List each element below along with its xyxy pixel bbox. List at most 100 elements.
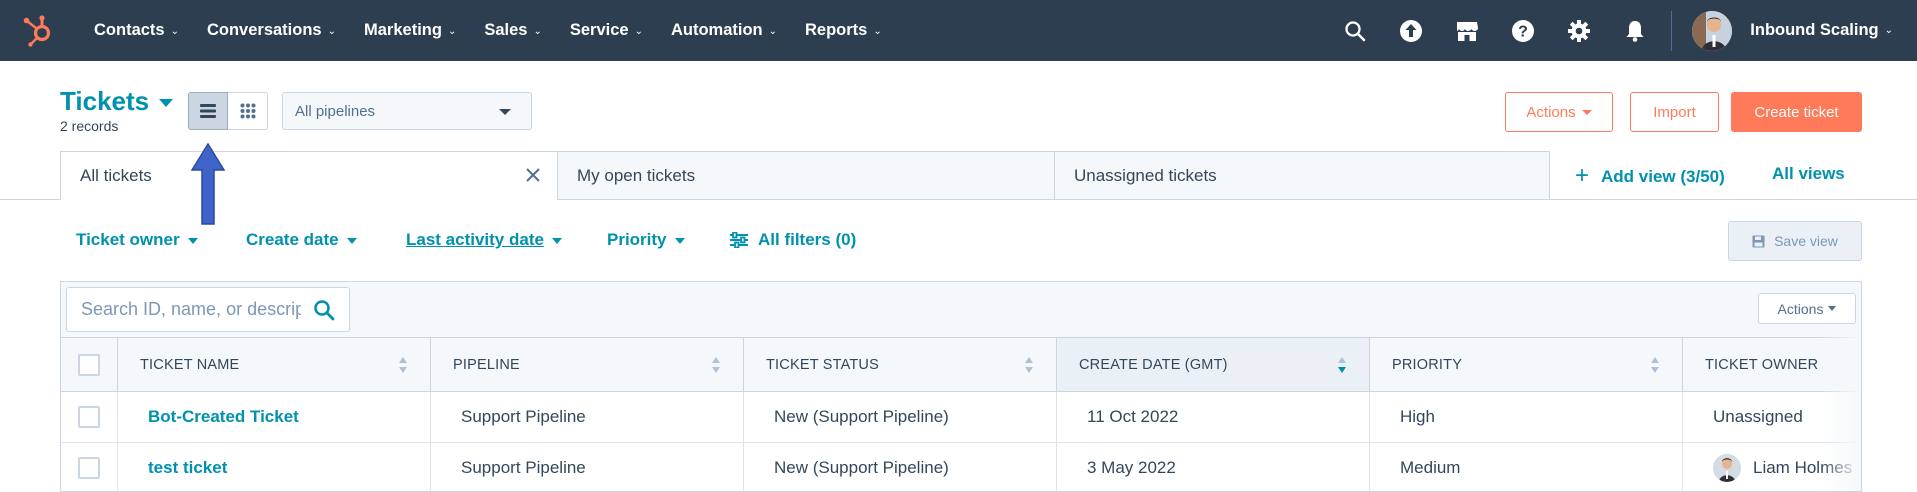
board-view-button[interactable] <box>228 92 268 130</box>
notifications-icon[interactable] <box>1607 0 1663 61</box>
account-menu[interactable]: Inbound Scaling ⌄ <box>1692 10 1893 51</box>
chevron-down-icon: ⌄ <box>768 26 777 37</box>
tab-all-tickets-label: All tickets <box>80 165 152 185</box>
all-filters-label: All filters (0) <box>758 230 857 249</box>
ticket-name-link[interactable]: Bot-Created Ticket <box>148 407 299 427</box>
sort-icon <box>1651 357 1659 373</box>
account-name: Inbound Scaling <box>1750 21 1879 39</box>
sliders-icon <box>730 232 748 248</box>
nav-contacts-label: Contacts <box>94 21 165 39</box>
nav-sales[interactable]: Sales ⌄ <box>484 21 542 40</box>
nav-automation[interactable]: Automation ⌄ <box>671 21 777 40</box>
row-checkbox[interactable] <box>78 457 100 479</box>
settings-icon[interactable] <box>1551 0 1607 61</box>
pipeline-cell: Support Pipeline <box>431 443 744 491</box>
table-actions-label: Actions <box>1777 300 1824 317</box>
caret-down-icon <box>551 237 562 244</box>
nav-marketing-label: Marketing <box>364 21 442 39</box>
column-header-create-date[interactable]: Create date (GMT) <box>1057 338 1370 391</box>
select-all-checkbox[interactable] <box>78 353 100 376</box>
add-view-label: Add view (3/50) <box>1601 167 1725 186</box>
page-title[interactable]: Tickets <box>60 86 174 117</box>
chevron-down-icon: ⌄ <box>873 26 882 37</box>
main-menu: Contacts ⌄ Conversations ⌄ Marketing ⌄ Sale… <box>94 0 910 61</box>
save-icon <box>1752 235 1765 247</box>
tab-unassigned-tickets[interactable]: Unassigned tickets <box>1054 151 1550 200</box>
actions-button[interactable]: Actions <box>1505 92 1613 132</box>
nav-marketing[interactable]: Marketing ⌄ <box>364 21 456 40</box>
column-header-ticket-name[interactable]: Ticket name <box>118 338 431 391</box>
create-ticket-button[interactable]: Create ticket <box>1731 92 1862 132</box>
ticket-owner-cell: Unassigned <box>1683 392 1861 442</box>
tab-my-open-tickets[interactable]: My open tickets <box>557 151 1055 200</box>
save-view-button[interactable]: Save view <box>1728 221 1862 261</box>
filter-last-activity-date[interactable]: Last activity date <box>406 230 562 250</box>
row-select-cell <box>61 443 118 491</box>
nav-reports[interactable]: Reports ⌄ <box>805 21 882 40</box>
chevron-down-icon: ⌄ <box>634 26 643 37</box>
filter-create-date-label: Create date <box>246 230 339 249</box>
help-icon[interactable]: ? <box>1495 0 1551 61</box>
sort-icon <box>1025 357 1033 373</box>
grid-icon <box>240 103 255 119</box>
column-header-ticket-status[interactable]: Ticket status <box>744 338 1057 391</box>
caret-down-icon <box>1828 306 1837 311</box>
page-title-text: Tickets <box>60 86 150 116</box>
nav-conversations[interactable]: Conversations ⌄ <box>207 21 336 40</box>
ticket-status-cell: New (Support Pipeline) <box>744 392 1057 442</box>
sort-icon <box>712 357 720 373</box>
nav-contacts[interactable]: Contacts ⌄ <box>94 21 179 40</box>
chevron-down-icon: ⌄ <box>533 26 542 37</box>
search-input[interactable] <box>81 299 301 320</box>
pipeline-select[interactable]: All pipelines <box>282 92 532 130</box>
search-icon[interactable] <box>313 299 335 321</box>
avatar <box>1713 454 1741 482</box>
ticket-name-link[interactable]: test ticket <box>148 458 227 478</box>
list-view-button[interactable] <box>188 92 228 130</box>
row-checkbox[interactable] <box>78 406 100 428</box>
filter-priority[interactable]: Priority <box>607 230 685 250</box>
filter-ticket-owner[interactable]: Ticket owner <box>76 230 198 250</box>
all-views-link[interactable]: All views <box>1772 164 1845 184</box>
nav-service[interactable]: Service ⌄ <box>570 21 643 40</box>
filter-ticket-owner-label: Ticket owner <box>76 230 180 249</box>
tab-all-tickets[interactable]: All tickets <box>60 151 558 200</box>
table-row: test ticket Support Pipeline New (Suppor… <box>61 443 1861 491</box>
nav-conversations-label: Conversations <box>206 21 322 39</box>
create-date-cell: 3 May 2022 <box>1057 443 1370 491</box>
tickets-table-container: Actions Ticket name Pipeline Ticket stat… <box>60 281 1862 492</box>
view-toggle <box>188 92 268 130</box>
tab-unassigned-tickets-label: Unassigned tickets <box>1074 165 1217 185</box>
chevron-down-icon: ⌄ <box>1884 25 1893 36</box>
search-icon[interactable] <box>1327 0 1383 61</box>
marketplace-icon[interactable] <box>1439 0 1495 61</box>
record-count: 2 records <box>60 118 119 134</box>
pipeline-cell: Support Pipeline <box>431 392 744 442</box>
all-filters-button[interactable]: All filters (0) <box>730 230 856 250</box>
caret-down-icon <box>159 98 174 107</box>
tab-my-open-tickets-label: My open tickets <box>577 165 696 185</box>
table-actions-button[interactable]: Actions <box>1758 293 1856 324</box>
ticket-owner-name: Liam Holmes <box>1753 458 1853 477</box>
sort-icon <box>399 357 407 373</box>
caret-down-icon <box>499 109 511 115</box>
svg-text:?: ? <box>1518 23 1528 40</box>
column-header-pipeline[interactable]: Pipeline <box>431 338 744 391</box>
chevron-down-icon: ⌄ <box>170 26 179 37</box>
create-date-cell: 11 Oct 2022 <box>1057 392 1370 442</box>
actions-button-label: Actions <box>1526 103 1576 121</box>
close-icon[interactable] <box>523 165 543 185</box>
column-header-ticket-owner[interactable]: Ticket owner <box>1683 338 1861 391</box>
top-navigation: Contacts ⌄ Conversations ⌄ Marketing ⌄ Sale… <box>0 0 1917 61</box>
import-button[interactable]: Import <box>1630 92 1719 132</box>
upgrade-icon[interactable] <box>1383 0 1439 61</box>
add-view-button[interactable]: + Add view (3/50) <box>1575 162 1725 190</box>
ticket-owner-name: Unassigned <box>1713 407 1803 426</box>
nav-automation-label: Automation <box>670 21 763 39</box>
hubspot-logo-icon[interactable] <box>22 13 56 47</box>
filter-create-date[interactable]: Create date <box>246 230 357 250</box>
plus-icon: + <box>1575 162 1590 189</box>
column-header-priority[interactable]: Priority <box>1370 338 1683 391</box>
column-header-label: Pipeline <box>453 356 520 373</box>
column-header-label: Ticket owner <box>1705 356 1819 373</box>
